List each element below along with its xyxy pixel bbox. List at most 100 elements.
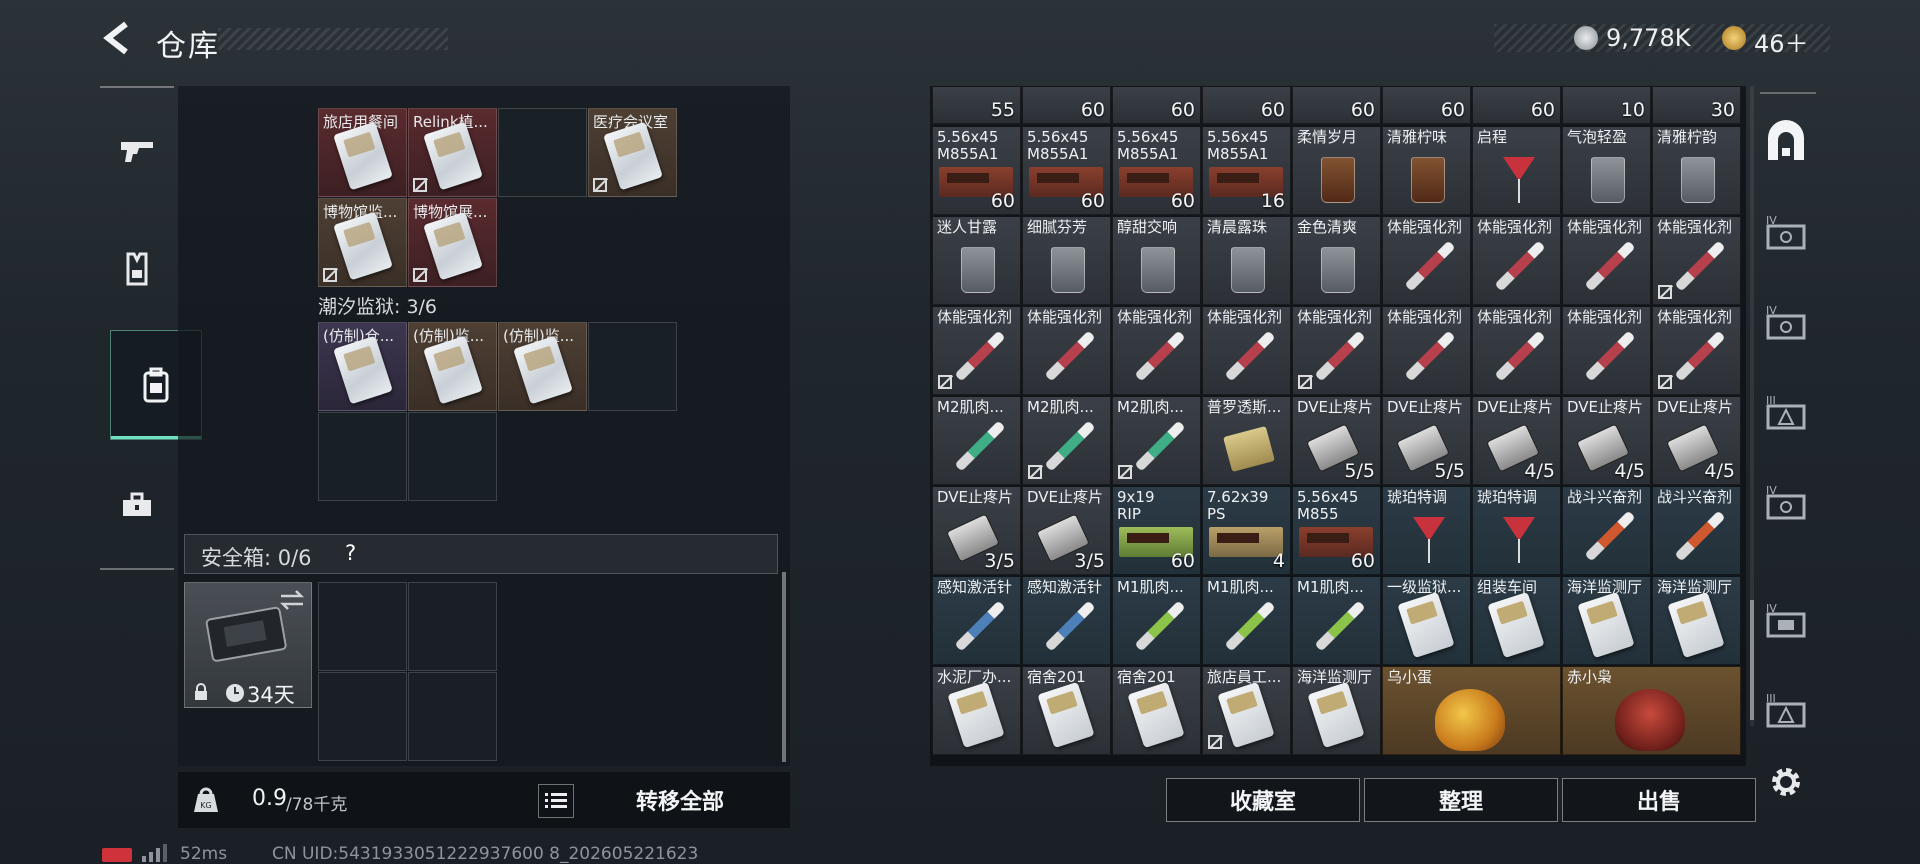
safe-box-slot[interactable] bbox=[318, 582, 407, 671]
inventory-cell[interactable]: 一级监狱... bbox=[1382, 576, 1471, 665]
inventory-cell[interactable]: 水泥厂办... bbox=[932, 666, 1021, 755]
sidebar-category-1[interactable]: IV bbox=[1764, 212, 1808, 256]
nav-tab-weapons[interactable] bbox=[100, 106, 174, 196]
inventory-cell[interactable]: 9x19 RIP 60 bbox=[1112, 486, 1201, 575]
inventory-cell-partial[interactable]: 60 bbox=[1292, 86, 1381, 124]
inventory-cell[interactable]: 感知激活针 bbox=[1022, 576, 1111, 665]
settings-button[interactable] bbox=[1768, 764, 1804, 804]
transfer-all-button[interactable]: 转移全部 bbox=[636, 784, 724, 816]
swap-icon[interactable] bbox=[279, 589, 305, 611]
inventory-cell-partial[interactable]: 60 bbox=[1472, 86, 1561, 124]
inventory-cell-partial[interactable]: 60 bbox=[1112, 86, 1201, 124]
inventory-cell[interactable]: 清雅柠味 bbox=[1382, 126, 1471, 215]
inventory-cell[interactable]: 普罗透斯... bbox=[1202, 396, 1291, 485]
safe-box-item[interactable]: 34天 bbox=[184, 582, 312, 708]
nav-tab-toolbox[interactable] bbox=[100, 460, 174, 550]
list-view-button[interactable] bbox=[538, 784, 574, 818]
inventory-cell[interactable]: DVE止疼片 4/5 bbox=[1472, 396, 1561, 485]
inventory-cell[interactable]: 战斗兴奋剂 bbox=[1562, 486, 1651, 575]
nav-tab-gear[interactable] bbox=[100, 224, 174, 314]
inventory-cell[interactable]: 细腻芬芳 bbox=[1022, 216, 1111, 305]
inventory-cell[interactable]: 体能强化剂 bbox=[1652, 306, 1741, 395]
storage-cell[interactable]: (仿制)监... bbox=[498, 322, 587, 411]
inventory-cell[interactable]: 体能强化剂 bbox=[1202, 306, 1291, 395]
sidebar-all-items[interactable] bbox=[1764, 120, 1808, 164]
sidebar-category-3[interactable]: III bbox=[1764, 392, 1808, 436]
inventory-cell-partial[interactable]: 60 bbox=[1202, 86, 1291, 124]
inventory-cell[interactable]: 5.56x45 M855 60 bbox=[1292, 486, 1381, 575]
inventory-cell-partial[interactable]: 30 bbox=[1652, 86, 1741, 124]
inventory-cell[interactable]: 琥珀特调 bbox=[1472, 486, 1561, 575]
inventory-cell[interactable]: 旅店員工... bbox=[1202, 666, 1291, 755]
inventory-cell[interactable]: 醇甜交响 bbox=[1112, 216, 1201, 305]
inventory-cell[interactable]: 组装车间 bbox=[1472, 576, 1561, 665]
safe-box-slot[interactable] bbox=[408, 672, 497, 761]
safe-box-slot[interactable] bbox=[318, 672, 407, 761]
back-button[interactable] bbox=[100, 20, 136, 56]
storage-cell[interactable]: 旅店用餐间 bbox=[318, 108, 407, 197]
inventory-cell-partial[interactable]: 60 bbox=[1022, 86, 1111, 124]
inventory-cell[interactable]: M2肌肉... bbox=[932, 396, 1021, 485]
gold-currency-value[interactable]: 46＋ bbox=[1754, 24, 1809, 59]
inventory-cell[interactable]: 体能强化剂 bbox=[1022, 306, 1111, 395]
sidebar-category-2[interactable]: IV bbox=[1764, 302, 1808, 346]
storage-cell[interactable] bbox=[408, 412, 497, 501]
inventory-cell[interactable]: 体能强化剂 bbox=[1112, 306, 1201, 395]
inventory-cell-wide[interactable]: 赤小枭 bbox=[1562, 666, 1741, 755]
inventory-cell[interactable]: 7.62x39 PS 4 bbox=[1202, 486, 1291, 575]
inventory-cell[interactable]: 5.56x45 M855A1 60 bbox=[932, 126, 1021, 215]
inventory-cell[interactable]: 琥珀特调 bbox=[1382, 486, 1471, 575]
inventory-cell[interactable]: 金色清爽 bbox=[1292, 216, 1381, 305]
inventory-cell[interactable]: 5.56x45 M855A1 60 bbox=[1022, 126, 1111, 215]
sell-button[interactable]: 出售 bbox=[1562, 778, 1756, 822]
inventory-cell[interactable]: 柔情岁月 bbox=[1292, 126, 1381, 215]
inventory-cell[interactable]: 宿舍201 bbox=[1112, 666, 1201, 755]
inventory-cell[interactable]: 体能强化剂 bbox=[932, 306, 1021, 395]
inventory-cell[interactable]: 体能强化剂 bbox=[1472, 306, 1561, 395]
inventory-cell[interactable]: DVE止疼片 4/5 bbox=[1652, 396, 1741, 485]
inventory-cell[interactable]: DVE止疼片 3/5 bbox=[1022, 486, 1111, 575]
inventory-cell[interactable]: 海洋监测厅 bbox=[1652, 576, 1741, 665]
inventory-cell[interactable]: 气泡轻盈 bbox=[1562, 126, 1651, 215]
inventory-cell-wide[interactable]: 乌小蛋 bbox=[1382, 666, 1561, 755]
inventory-cell[interactable]: M2肌肉... bbox=[1112, 396, 1201, 485]
inventory-cell[interactable]: 体能强化剂 bbox=[1292, 306, 1381, 395]
inventory-cell[interactable]: M2肌肉... bbox=[1022, 396, 1111, 485]
inventory-cell[interactable]: 战斗兴奋剂 bbox=[1652, 486, 1741, 575]
inventory-cell[interactable]: 体能强化剂 bbox=[1382, 216, 1471, 305]
sort-button[interactable]: 整理 bbox=[1364, 778, 1558, 822]
storage-cell[interactable]: Relink植... bbox=[408, 108, 497, 197]
inventory-cell[interactable]: 体能强化剂 bbox=[1562, 306, 1651, 395]
inventory-cell[interactable]: DVE止疼片 5/5 bbox=[1292, 396, 1381, 485]
inventory-cell[interactable]: 5.56x45 M855A1 60 bbox=[1112, 126, 1201, 215]
inventory-cell[interactable]: DVE止疼片 3/5 bbox=[932, 486, 1021, 575]
storage-cell[interactable]: (仿制)监... bbox=[408, 322, 497, 411]
inventory-cell[interactable]: 迷人甘露 bbox=[932, 216, 1021, 305]
storage-cell[interactable] bbox=[498, 108, 587, 197]
sidebar-category-5[interactable]: IV bbox=[1764, 600, 1808, 644]
storage-cell[interactable]: 博物馆监... bbox=[318, 198, 407, 287]
inventory-cell-partial[interactable]: 10 bbox=[1562, 86, 1651, 124]
safe-box-slot[interactable] bbox=[408, 582, 497, 671]
inventory-cell-partial[interactable]: 60 bbox=[1382, 86, 1471, 124]
inventory-cell[interactable]: DVE止疼片 5/5 bbox=[1382, 396, 1471, 485]
inventory-cell[interactable]: 体能强化剂 bbox=[1652, 216, 1741, 305]
storage-cell[interactable]: 博物馆展... bbox=[408, 198, 497, 287]
inventory-cell[interactable]: 体能强化剂 bbox=[1472, 216, 1561, 305]
inventory-cell[interactable]: 感知激活针 bbox=[932, 576, 1021, 665]
inventory-cell[interactable]: 宿舍201 bbox=[1022, 666, 1111, 755]
storage-scrollbar[interactable] bbox=[782, 572, 786, 762]
inventory-cell[interactable]: M1肌肉... bbox=[1202, 576, 1291, 665]
inventory-cell[interactable]: DVE止疼片 4/5 bbox=[1562, 396, 1651, 485]
inventory-cell[interactable]: 启程 bbox=[1472, 126, 1561, 215]
sidebar-category-6[interactable]: III bbox=[1764, 690, 1808, 734]
storage-cell[interactable]: 医疗会议室 bbox=[588, 108, 677, 197]
storage-cell[interactable]: (仿制)仓... bbox=[318, 322, 407, 411]
inventory-cell[interactable]: 体能强化剂 bbox=[1562, 216, 1651, 305]
storage-cell[interactable] bbox=[588, 322, 677, 411]
storage-cell[interactable] bbox=[318, 412, 407, 501]
help-icon[interactable]: ? bbox=[345, 541, 356, 565]
inventory-cell[interactable]: 体能强化剂 bbox=[1382, 306, 1471, 395]
inventory-cell[interactable]: 海洋监测厅 bbox=[1292, 666, 1381, 755]
inventory-cell[interactable]: 5.56x45 M855A1 16 bbox=[1202, 126, 1291, 215]
